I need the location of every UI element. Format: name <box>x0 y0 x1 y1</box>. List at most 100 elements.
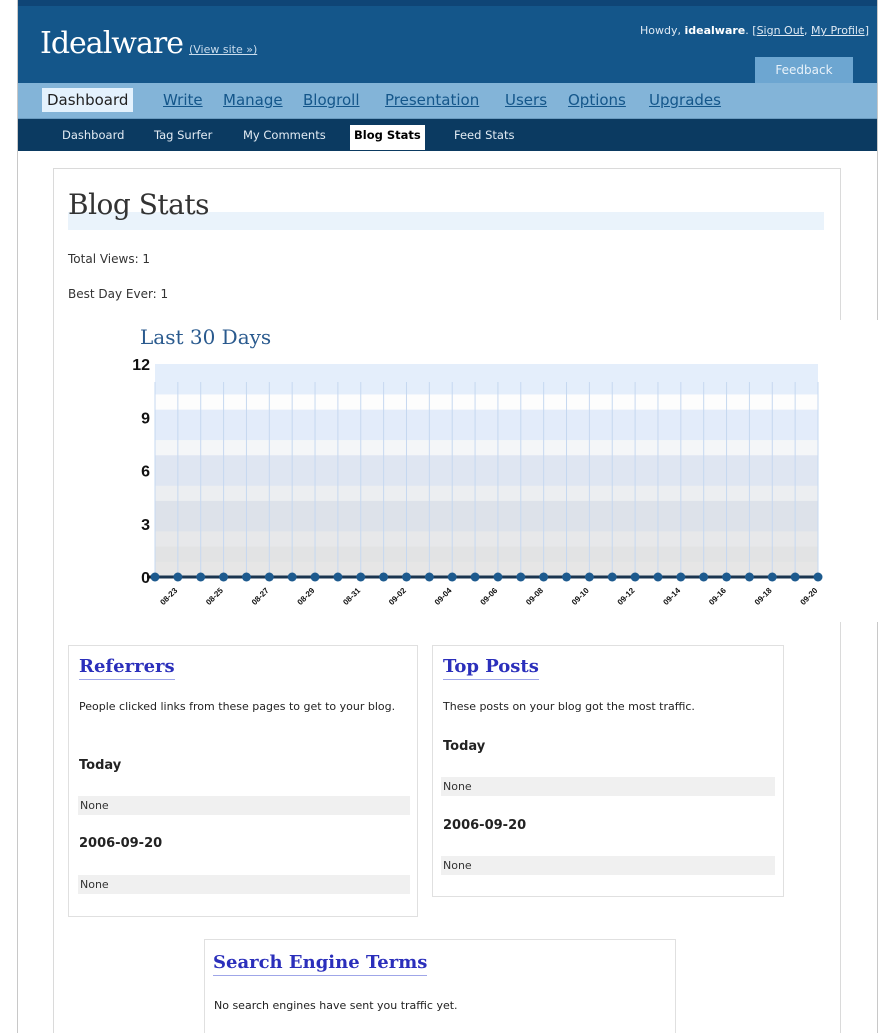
my-profile-link[interactable]: My Profile <box>811 24 865 37</box>
x-tick-label: 08-29 <box>296 586 317 607</box>
data-point <box>196 572 206 582</box>
chart-band <box>155 485 818 502</box>
chart-band <box>155 379 818 395</box>
total-views: Total Views: 1 <box>68 252 151 266</box>
nav-write[interactable]: Write <box>163 91 203 109</box>
chart-band <box>155 364 818 380</box>
nav-users[interactable]: Users <box>505 91 547 109</box>
data-point <box>356 572 366 582</box>
referrers-title: Referrers <box>79 656 175 680</box>
x-tick-label: 09-14 <box>661 586 682 607</box>
site-name: Idealware <box>40 26 184 61</box>
data-point <box>264 572 274 582</box>
data-point <box>287 572 297 582</box>
subnav-dashboard[interactable]: Dashboard <box>62 128 124 142</box>
data-point <box>790 572 800 582</box>
chart-band <box>155 561 818 578</box>
top-posts-today-label: Today <box>443 739 486 754</box>
nav-manage[interactable]: Manage <box>223 91 283 109</box>
data-point <box>562 572 572 582</box>
chart-band <box>155 500 818 517</box>
search-terms-box: Search Engine Terms No search engines ha… <box>204 939 676 1033</box>
x-tick-label: 09-08 <box>524 586 545 607</box>
x-tick-label: 08-31 <box>341 586 362 607</box>
x-tick-label: 09-06 <box>479 586 500 607</box>
data-point <box>241 572 251 582</box>
x-tick-label: 09-18 <box>753 586 774 607</box>
top-header: Idealware (View site ») Howdy, idealware.… <box>18 0 877 84</box>
x-tick-label: 09-04 <box>433 586 454 607</box>
referrers-box: Referrers People clicked links from thes… <box>68 645 418 917</box>
data-point <box>607 572 617 582</box>
x-tick-label: 09-12 <box>616 586 637 607</box>
data-point <box>333 572 343 582</box>
chart-band <box>155 424 818 441</box>
view-site-link[interactable]: (View site ») <box>189 43 257 56</box>
data-point <box>401 572 411 582</box>
y-tick-label: 6 <box>141 464 150 481</box>
nav-blogroll[interactable]: Blogroll <box>303 91 360 109</box>
data-point <box>516 572 526 582</box>
x-tick-label: 09-16 <box>707 586 728 607</box>
data-point <box>584 572 594 582</box>
nav-options[interactable]: Options <box>568 91 626 109</box>
top-posts-title: Top Posts <box>443 656 539 680</box>
data-point <box>767 572 777 582</box>
search-terms-description: No search engines have sent you traffic … <box>214 999 458 1012</box>
x-tick-label: 09-20 <box>799 586 820 607</box>
data-point <box>744 572 754 582</box>
data-point <box>813 572 823 582</box>
nav-upgrades[interactable]: Upgrades <box>649 91 721 109</box>
user-greeting: Howdy, idealware. [Sign Out, My Profile] <box>639 24 869 37</box>
data-point <box>150 572 160 582</box>
nav-dashboard[interactable]: Dashboard <box>42 88 134 112</box>
data-point <box>173 572 183 582</box>
page-title: Blog Stats <box>68 188 209 221</box>
chart-band <box>155 546 818 563</box>
site-title: Idealware (View site ») <box>40 26 257 61</box>
referrers-date-row: None <box>78 875 410 894</box>
best-day: Best Day Ever: 1 <box>68 287 169 301</box>
x-tick-label: 08-23 <box>158 586 179 607</box>
data-point <box>424 572 434 582</box>
data-point <box>699 572 709 582</box>
top-posts-box: Top Posts These posts on your blog got t… <box>432 645 784 897</box>
subnav-my-comments[interactable]: My Comments <box>243 128 326 142</box>
referrers-description: People clicked links from these pages to… <box>79 700 396 713</box>
top-posts-description: These posts on your blog got the most tr… <box>443 700 695 713</box>
x-tick-label: 08-27 <box>250 586 271 607</box>
x-tick-label: 08-25 <box>204 586 225 607</box>
referrers-today-label: Today <box>79 758 122 773</box>
username: idealware <box>684 24 746 37</box>
sign-out-link[interactable]: Sign Out <box>757 24 804 37</box>
top-posts-date-label: 2006-09-20 <box>443 818 527 833</box>
subnav-tag-surfer[interactable]: Tag Surfer <box>154 128 212 142</box>
data-point <box>447 572 457 582</box>
y-tick-label: 12 <box>132 357 150 374</box>
subnav-blog-stats[interactable]: Blog Stats <box>350 125 425 150</box>
data-point <box>630 572 640 582</box>
data-point <box>653 572 663 582</box>
x-tick-label: 09-02 <box>387 586 408 607</box>
referrers-today-row: None <box>78 796 410 815</box>
x-tick-label: 09-10 <box>570 586 591 607</box>
data-point <box>310 572 320 582</box>
chart-band <box>155 516 818 532</box>
chart-band <box>155 394 818 411</box>
referrers-date-label: 2006-09-20 <box>79 836 163 851</box>
data-point <box>722 572 732 582</box>
data-point <box>470 572 480 582</box>
chart-band <box>155 440 818 456</box>
subnav-feed-stats[interactable]: Feed Stats <box>454 128 514 142</box>
feedback-button[interactable]: Feedback <box>755 57 853 84</box>
nav-presentation[interactable]: Presentation <box>385 91 479 109</box>
top-posts-date-row: None <box>441 856 775 875</box>
chart-band <box>155 455 818 471</box>
chart-band <box>155 470 818 487</box>
data-point <box>493 572 503 582</box>
data-point <box>219 572 229 582</box>
data-point <box>379 572 389 582</box>
main-nav: Dashboard Write Manage Blogroll Presenta… <box>18 83 877 119</box>
top-posts-today-row: None <box>441 777 775 796</box>
visits-chart: 03691208-23 08-25 08-27 08-29 08-31 09-02 09-0… <box>132 357 823 607</box>
